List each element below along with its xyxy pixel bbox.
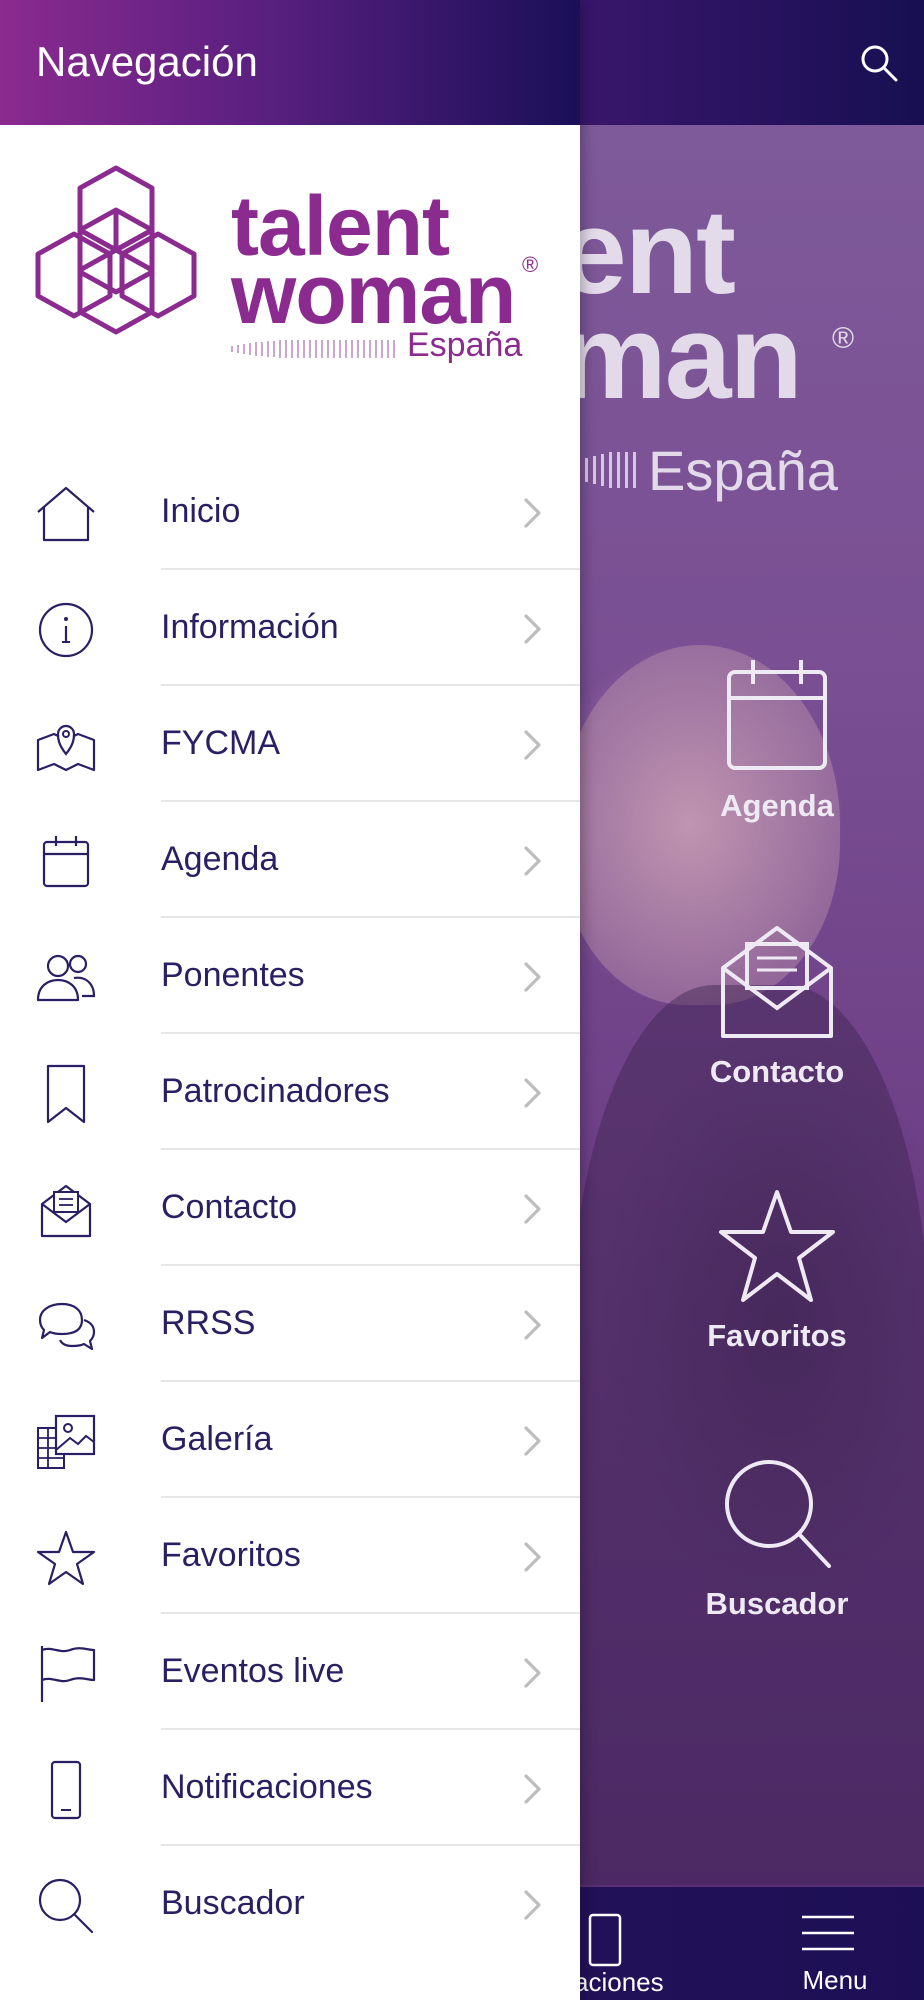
menu-item-buscador[interactable]: Buscador (0, 1846, 580, 1962)
calendar-icon (727, 660, 827, 770)
menu-item-ponentes[interactable]: Ponentes (0, 918, 580, 1034)
hero-photo-body (570, 985, 924, 1885)
menu-item-label: Buscador (161, 1884, 305, 1922)
chevron-right-icon (524, 1310, 541, 1340)
hero-logo: ent man (560, 192, 803, 424)
chevron-right-icon (524, 1774, 541, 1804)
brand-logo: talent woman ® España (24, 158, 544, 368)
menu-item-label: FYCMA (161, 724, 280, 762)
menu-item-label: Eventos live (161, 1652, 345, 1690)
menu-item-inicio[interactable]: Inicio (0, 454, 580, 570)
hamburger-icon (802, 1915, 854, 1951)
quick-agenda-label: Agenda (720, 788, 834, 823)
navigation-drawer: Navegación talent woman ® España Inicio … (0, 0, 580, 2000)
menu-item-label: Favoritos (161, 1536, 301, 1574)
menu-item-label: Agenda (161, 840, 279, 878)
menu-item-label: RRSS (161, 1304, 256, 1342)
quick-buscador[interactable]: Buscador (690, 1456, 864, 1622)
menu-item-fycma[interactable]: FYCMA (0, 686, 580, 802)
quick-agenda[interactable]: Agenda (690, 658, 864, 824)
phone-icon (50, 1760, 82, 1820)
gallery-icon (37, 1414, 96, 1469)
hero-logo-dots (585, 452, 636, 488)
chat-icon (38, 1302, 96, 1351)
chevron-right-icon (524, 614, 541, 644)
search-icon[interactable] (858, 42, 900, 84)
chevron-right-icon (524, 498, 541, 528)
chevron-right-icon (524, 1542, 541, 1572)
menu-item-eventos-live[interactable]: Eventos live (0, 1614, 580, 1730)
star-icon (719, 1190, 835, 1302)
menu-item-patrocinadores[interactable]: Patrocinadores (0, 1034, 580, 1150)
menu-item-agenda[interactable]: Agenda (0, 802, 580, 918)
calendar-icon (42, 836, 90, 888)
menu-item-label: Galería (161, 1420, 273, 1458)
chevron-right-icon (524, 1890, 541, 1920)
hero-logo-registered: ® (832, 322, 855, 355)
star-icon (36, 1530, 96, 1586)
hero-logo-country: España (648, 439, 838, 502)
brand-dots (231, 340, 395, 358)
map-icon (36, 724, 96, 772)
menu-item-label: Información (161, 608, 339, 646)
drawer-menu: Inicio Información FYCMA Agenda Ponentes… (0, 454, 580, 1962)
chevron-right-icon (524, 1078, 541, 1108)
menu-item-label: Notificaciones (161, 1768, 373, 1806)
tab-menu-label: Menu (802, 1965, 868, 1995)
tab-menu[interactable]: Menu (780, 1887, 900, 2000)
search-icon (725, 1460, 831, 1568)
chevron-right-icon (524, 846, 541, 876)
chevron-right-icon (524, 962, 541, 992)
quick-favoritos-label: Favoritos (707, 1318, 847, 1353)
drawer-title: Navegación (36, 38, 258, 85)
menu-item-notificaciones[interactable]: Notificaciones (0, 1730, 580, 1846)
hero-logo-line2: man (560, 290, 803, 424)
quick-favoritos[interactable]: Favoritos (690, 1188, 864, 1354)
mail-icon (40, 1184, 92, 1238)
menu-item-label: Patrocinadores (161, 1072, 390, 1110)
chevron-right-icon (524, 730, 541, 760)
brand-registered: ® (522, 252, 539, 277)
menu-item-rrss[interactable]: RRSS (0, 1266, 580, 1382)
phone-icon (588, 1913, 622, 1967)
drawer-header: Navegación (0, 0, 580, 125)
menu-item-favoritos[interactable]: Favoritos (0, 1498, 580, 1614)
flag-icon (40, 1646, 96, 1702)
brand-name-line2: woman (231, 247, 516, 341)
quick-contacto-label: Contacto (709, 1054, 845, 1089)
quick-contacto[interactable]: Contacto (690, 924, 864, 1090)
menu-item-label: Contacto (161, 1188, 298, 1226)
chevron-right-icon (524, 1658, 541, 1688)
bookmark-icon (46, 1064, 86, 1124)
search-icon (38, 1878, 94, 1934)
menu-item-label: Ponentes (161, 956, 305, 994)
users-icon (36, 954, 96, 1002)
menu-item-contacto[interactable]: Contacto (0, 1150, 580, 1266)
brand-logo-mark (35, 165, 197, 335)
menu-item-informacion[interactable]: Información (0, 570, 580, 686)
chevron-right-icon (524, 1426, 541, 1456)
info-icon (38, 602, 94, 658)
mail-icon (721, 926, 833, 1038)
quick-buscador-label: Buscador (705, 1586, 849, 1621)
chevron-right-icon (524, 1194, 541, 1224)
menu-item-galeria[interactable]: Galería (0, 1382, 580, 1498)
brand-country: España (407, 326, 523, 364)
home-icon (37, 486, 95, 542)
menu-item-label: Inicio (161, 492, 241, 530)
tab-notificaciones-label: aciones (574, 1967, 664, 1997)
